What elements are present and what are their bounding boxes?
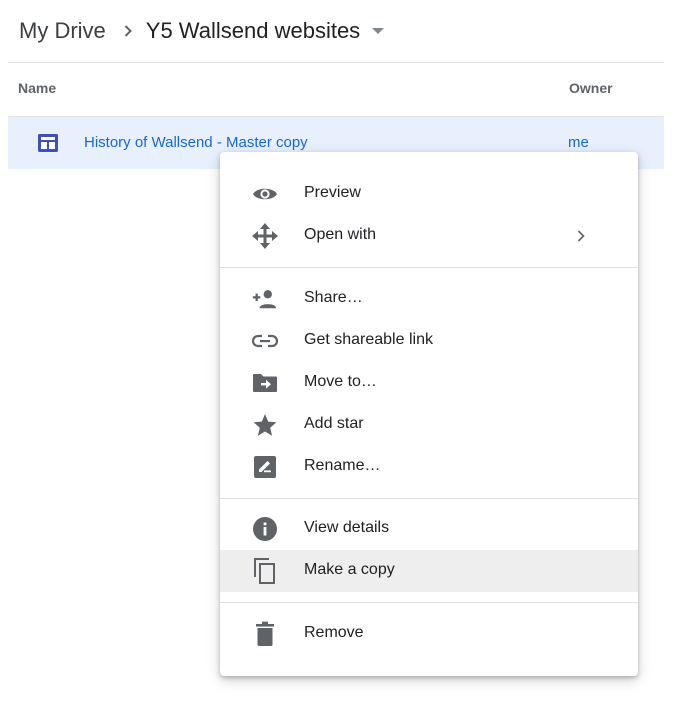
menu-item-label: Preview xyxy=(304,184,361,201)
menu-item-get-shareable-link[interactable]: Get shareable link xyxy=(220,320,638,362)
menu-item-label: Get shareable link xyxy=(304,331,433,348)
menu-item-label: Add star xyxy=(304,415,364,432)
menu-item-label: Make a copy xyxy=(304,561,395,578)
file-name[interactable]: History of Wallsend - Master copy xyxy=(84,134,308,151)
context-menu: Preview Open with Share… Get shareable l… xyxy=(220,152,638,676)
chevron-right-icon xyxy=(124,25,132,37)
menu-item-add-star[interactable]: Add star xyxy=(220,404,638,446)
breadcrumb-current-folder[interactable]: Y5 Wallsend websites xyxy=(146,18,360,44)
menu-item-label: Rename… xyxy=(304,457,381,474)
trash-icon xyxy=(252,621,278,646)
folder-move-icon xyxy=(252,371,278,395)
menu-item-label: Remove xyxy=(304,624,364,641)
dropdown-arrow-icon[interactable] xyxy=(372,27,385,35)
menu-item-preview[interactable]: Preview xyxy=(220,173,638,215)
menu-item-label: Open with xyxy=(304,226,377,243)
file-owner: me xyxy=(568,134,589,151)
menu-divider xyxy=(220,267,638,268)
copy-icon xyxy=(252,558,278,584)
link-icon xyxy=(252,329,278,353)
menu-item-rename[interactable]: Rename… xyxy=(220,446,638,488)
menu-item-label: View details xyxy=(304,519,390,536)
chevron-right-icon xyxy=(577,229,585,247)
menu-item-remove[interactable]: Remove xyxy=(220,613,638,655)
menu-item-make-a-copy[interactable]: Make a copy xyxy=(220,550,638,592)
breadcrumb-my-drive[interactable]: My Drive xyxy=(19,18,106,44)
menu-item-share[interactable]: Share… xyxy=(220,278,638,320)
menu-item-open-with[interactable]: Open with xyxy=(220,215,638,257)
menu-divider xyxy=(220,498,638,499)
header-divider xyxy=(8,62,664,63)
column-header-name[interactable]: Name xyxy=(18,80,56,96)
menu-item-view-details[interactable]: View details xyxy=(220,508,638,550)
breadcrumb: My Drive Y5 Wallsend websites xyxy=(19,14,385,48)
menu-item-label: Share… xyxy=(304,289,363,306)
person-add-icon xyxy=(252,287,278,311)
column-header-owner[interactable]: Owner xyxy=(569,80,613,96)
eye-icon xyxy=(252,182,278,206)
google-sites-icon xyxy=(37,133,59,153)
star-icon xyxy=(252,413,278,437)
edit-icon xyxy=(252,455,278,479)
move-arrows-icon xyxy=(252,223,278,249)
menu-item-move-to[interactable]: Move to… xyxy=(220,362,638,404)
info-icon xyxy=(252,517,278,541)
menu-divider xyxy=(220,602,638,603)
menu-item-label: Move to… xyxy=(304,373,377,390)
